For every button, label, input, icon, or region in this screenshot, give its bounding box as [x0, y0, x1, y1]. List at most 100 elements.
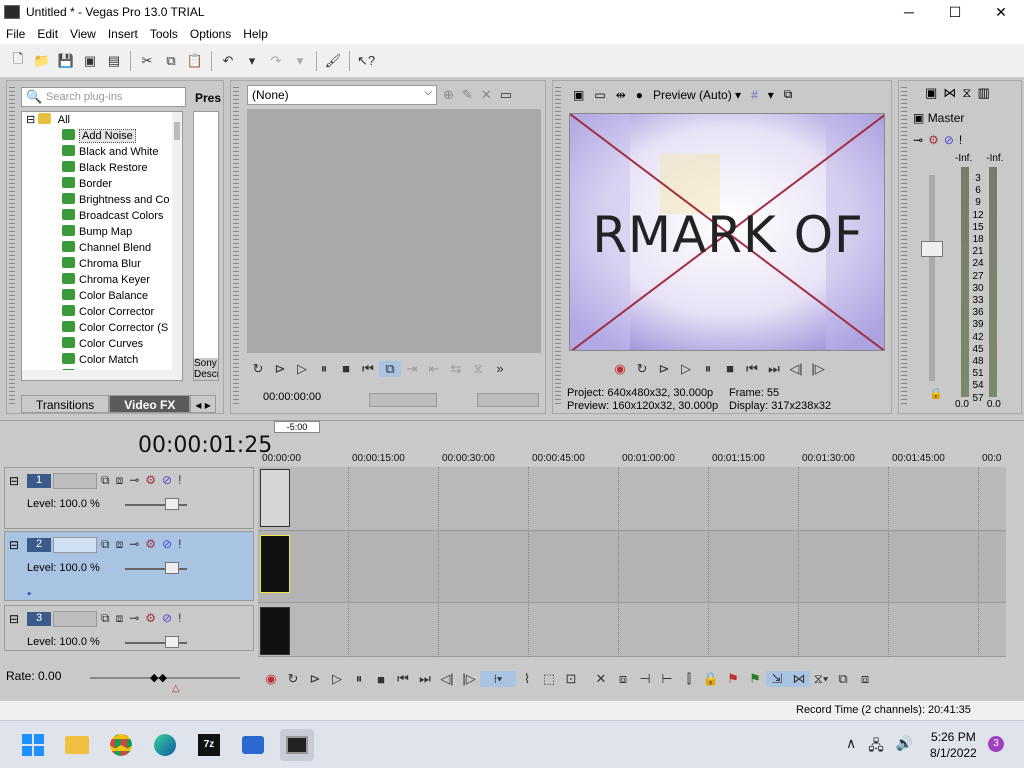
monitor-icon[interactable]: ▭: [500, 87, 512, 103]
composite-mode-icon[interactable]: ⧉: [101, 473, 110, 488]
overwrite-clip-icon[interactable]: ⇆: [445, 361, 467, 377]
auto-ripple-icon[interactable]: ⇲: [766, 671, 788, 687]
save-icon[interactable]: 💾: [55, 50, 77, 72]
redo-icon[interactable]: ↷: [265, 50, 287, 72]
clear-icon[interactable]: ✕: [481, 87, 492, 103]
split-icon[interactable]: ⫿: [678, 671, 700, 687]
panel-grip[interactable]: [233, 87, 239, 407]
play-icon[interactable]: ▷: [326, 671, 348, 687]
video-track-2[interactable]: ⊟ 2 ⧉ ⧈ ⊸ ⚙ ⊘ ! Level: 100.0 % ⬩: [4, 531, 254, 601]
play-icon[interactable]: ▷: [675, 361, 697, 377]
render-icon[interactable]: 🖌: [322, 50, 344, 72]
tree-root-all[interactable]: ⊟ All: [22, 112, 182, 128]
panel-grip[interactable]: [555, 87, 561, 407]
motion-icon[interactable]: ⊸: [129, 611, 139, 626]
menu-options[interactable]: Options: [184, 27, 237, 41]
plugin-tree-item[interactable]: Color Match: [22, 352, 182, 368]
add-to-timeline-icon[interactable]: ⊕: [443, 87, 454, 103]
tree-horizontal-scrollbar[interactable]: [22, 370, 182, 380]
play-from-start-icon[interactable]: ⊳: [653, 361, 675, 377]
lock-icon[interactable]: 🔒: [700, 671, 722, 687]
make-compositing-child-icon[interactable]: ⧈: [116, 611, 124, 626]
redo-dropdown-icon[interactable]: ▾: [289, 50, 311, 72]
track-name-input[interactable]: [53, 537, 97, 553]
loop-icon[interactable]: ↻: [247, 361, 269, 377]
undo-icon[interactable]: ↶: [217, 50, 239, 72]
composite-mode-icon[interactable]: ⧉: [101, 611, 110, 626]
start-button[interactable]: [16, 729, 50, 761]
level-slider[interactable]: [165, 498, 179, 510]
close-button[interactable]: ✕: [978, 0, 1024, 24]
solo-icon[interactable]: !: [959, 133, 962, 147]
make-compositing-child-icon[interactable]: ⧈: [116, 537, 124, 552]
stop-icon[interactable]: ■: [719, 361, 741, 377]
maximize-button[interactable]: ☐: [932, 0, 978, 24]
add-clip-icon[interactable]: ⇥: [401, 361, 423, 377]
track-name-input[interactable]: [53, 473, 97, 489]
record-icon[interactable]: ◉: [609, 361, 631, 377]
network-icon[interactable]: 🖧: [868, 735, 884, 759]
track-collapse-icon[interactable]: ⊟: [9, 474, 19, 488]
trimmer-media-select[interactable]: (None) ⌵: [247, 85, 437, 105]
loop-icon[interactable]: ↻: [631, 361, 653, 377]
plugin-tree-item[interactable]: Channel Blend: [22, 240, 182, 256]
next-frame-icon[interactable]: |▷: [807, 361, 829, 377]
enable-snapping-icon[interactable]: ⋈: [788, 671, 810, 687]
previous-frame-icon[interactable]: ◁|: [785, 361, 807, 377]
plugin-tree-item[interactable]: Black Restore: [22, 160, 182, 176]
more-icon[interactable]: »: [489, 361, 511, 377]
trim-start-icon[interactable]: ⊣: [634, 671, 656, 687]
lock-icon[interactable]: 🔒: [929, 387, 943, 400]
undo-dropdown-icon[interactable]: ▾: [241, 50, 263, 72]
preview-quality-dropdown[interactable]: Preview (Auto) ▾: [653, 88, 741, 102]
7zip-icon[interactable]: 7z: [192, 729, 226, 761]
trimmer-mode-icon[interactable]: ⧉: [379, 361, 401, 377]
record-icon[interactable]: ◉: [260, 671, 282, 687]
show-hidden-icons-icon[interactable]: ∧: [846, 735, 856, 759]
tab-scroll-arrows[interactable]: ◂ ▸: [190, 395, 216, 413]
mute-icon[interactable]: ⊘: [162, 537, 172, 552]
plugin-tree-item[interactable]: Brightness and Co: [22, 192, 182, 208]
plugin-tree-item[interactable]: Black and White: [22, 144, 182, 160]
level-slider[interactable]: [165, 636, 179, 648]
video-clip[interactable]: [260, 607, 290, 655]
rate-slider[interactable]: ◆◆: [150, 671, 167, 684]
master-fader[interactable]: [921, 241, 943, 257]
tab-video-fx[interactable]: Video FX: [109, 395, 191, 413]
properties-icon[interactable]: ▤: [103, 50, 125, 72]
master-fx-icon[interactable]: ▣: [913, 111, 924, 125]
track-fx-icon[interactable]: ⚙: [145, 611, 156, 626]
expand-keyframes-icon[interactable]: ⬩: [27, 586, 31, 601]
notification-badge[interactable]: 3: [988, 736, 1004, 752]
track-lane-1[interactable]: [258, 467, 1006, 531]
chrome-icon[interactable]: [104, 729, 138, 761]
video-track-1[interactable]: ⊟ 1 ⧉ ⧈ ⊸ ⚙ ⊘ ! Level: 100.0 %: [4, 467, 254, 529]
trim-icon[interactable]: ⧈: [612, 671, 634, 687]
lock-envelopes-icon[interactable]: ⧉: [832, 671, 854, 687]
plugin-tree-item[interactable]: Bump Map: [22, 224, 182, 240]
pause-icon[interactable]: ⏸: [697, 361, 719, 377]
plugin-tree-item[interactable]: Color Balance: [22, 288, 182, 304]
solo-icon[interactable]: !: [178, 473, 181, 488]
motion-icon[interactable]: ⊸: [129, 473, 139, 488]
tab-transitions[interactable]: Transitions: [21, 395, 110, 413]
collapse-icon[interactable]: ⊟: [26, 114, 35, 126]
delete-icon[interactable]: ✕: [590, 671, 612, 687]
cut-icon[interactable]: ✂: [136, 50, 158, 72]
composite-mode-icon[interactable]: ⧉: [101, 537, 110, 552]
open-folder-icon[interactable]: 📁: [31, 50, 53, 72]
clock[interactable]: 5:26 PM 8/1/2022: [930, 729, 977, 761]
solo-icon[interactable]: !: [178, 537, 181, 552]
minimize-button[interactable]: ─: [886, 0, 932, 24]
timeline-tracks-area[interactable]: [258, 467, 1006, 657]
dim-output-icon[interactable]: ⧖: [962, 85, 971, 101]
overlays-icon[interactable]: #: [751, 88, 758, 102]
menu-edit[interactable]: Edit: [31, 27, 64, 41]
menu-insert[interactable]: Insert: [102, 27, 144, 41]
video-fx-icon[interactable]: ●: [636, 88, 643, 102]
track-lane-2[interactable]: [258, 531, 1006, 603]
plugin-tree-item[interactable]: Color Corrector (S: [22, 320, 182, 336]
zoom-tool-icon[interactable]: ⊡: [560, 671, 582, 687]
make-compositing-child-icon[interactable]: ⧈: [116, 473, 124, 488]
loop-icon[interactable]: ↻: [282, 671, 304, 687]
